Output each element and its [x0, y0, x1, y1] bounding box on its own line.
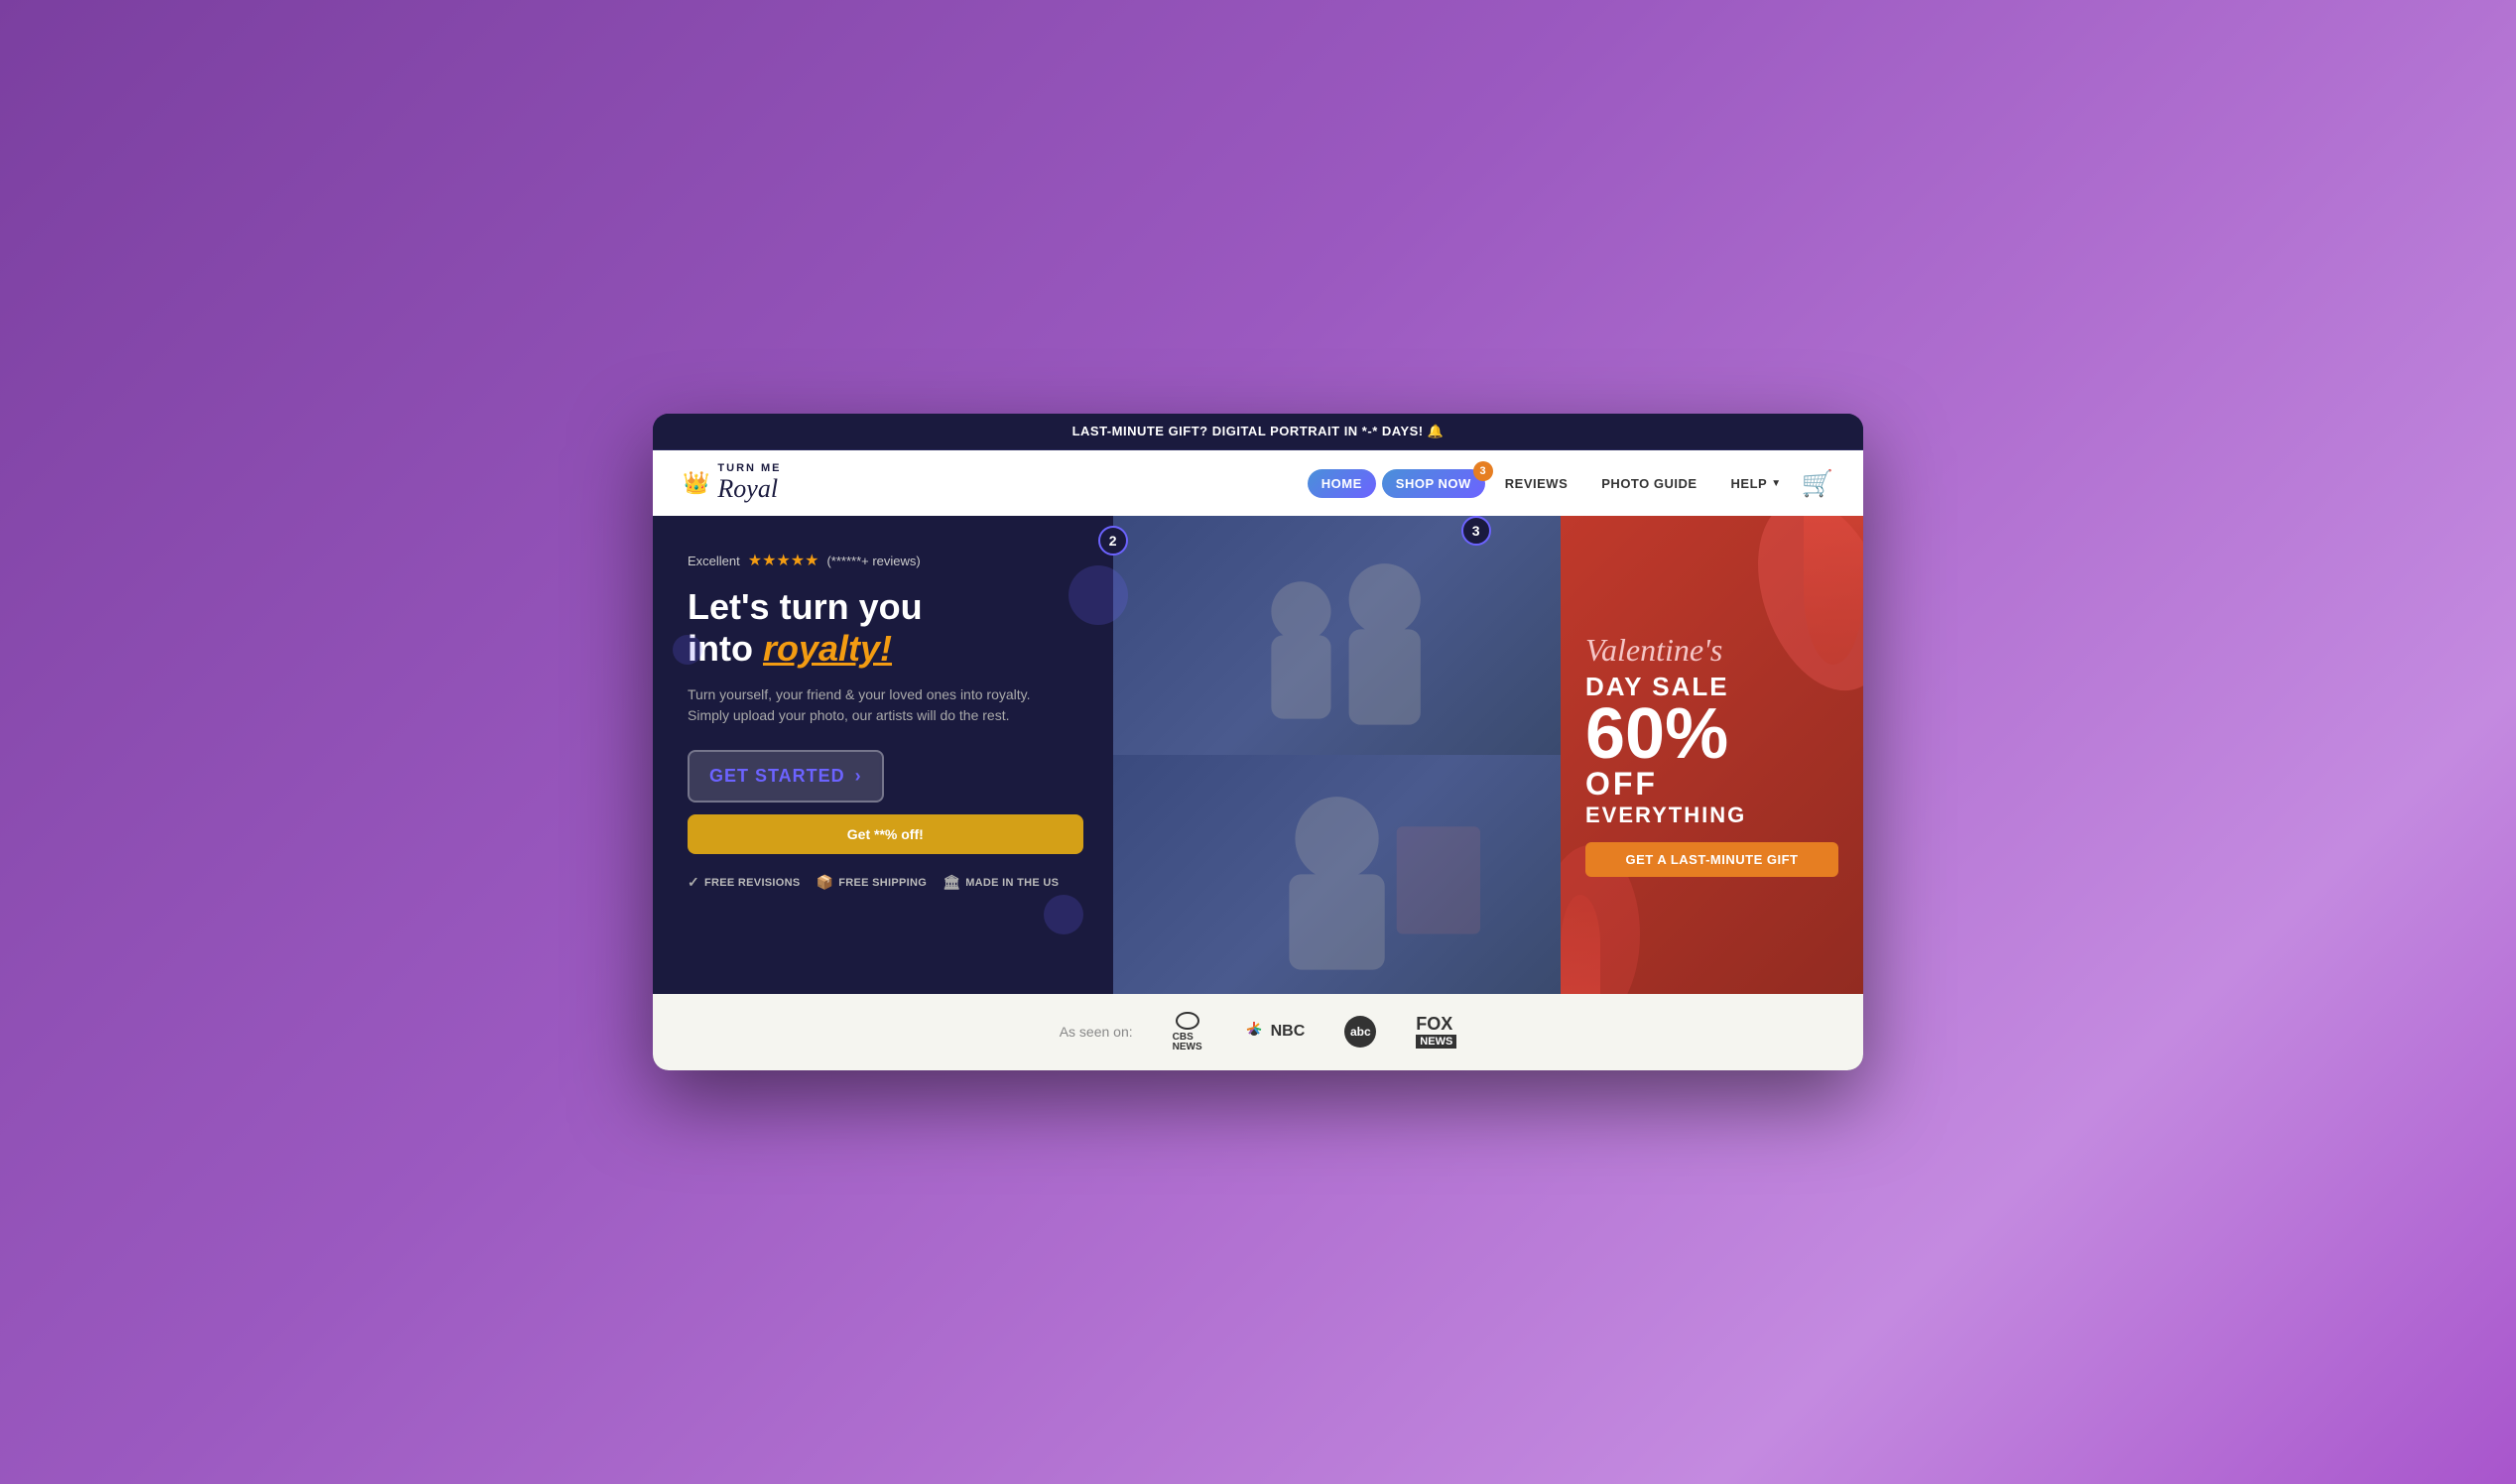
rating-row: Excellent ★★★★★ (******+ reviews) [688, 551, 1083, 570]
get-started-button[interactable]: GET STARTED › [688, 750, 884, 803]
subtext-line2: Simply upload your photo, our artists wi… [688, 707, 1010, 723]
made-in-us-label: MADE IN THE US [965, 877, 1059, 889]
valentine-panel: Valentine's DAY SALE 60% OFF EVERYTHING … [1561, 516, 1863, 993]
hero-section: 2 3 Excellent ★★★★★ (******+ reviews) Le… [653, 516, 1863, 993]
photo-bottom-placeholder [1113, 755, 1561, 994]
shipping-label: FREE SHIPPING [838, 877, 927, 889]
navbar: 👑 TURN ME Royal HOME SHOP NOW 3 REVIEWS … [653, 450, 1863, 516]
step-2-bubble: 2 [1098, 526, 1128, 556]
hero-image-top [1113, 516, 1561, 755]
hero-headline: Let's turn you into royalty! [688, 586, 1083, 669]
star-icons: ★★★★★ [748, 551, 819, 570]
as-seen-on-bar: As seen on: CBSNEWS NBC abc [653, 994, 1863, 1070]
step-3-bubble: 3 [1461, 516, 1491, 546]
nav-help-label: HELP [1731, 476, 1768, 491]
hero-image-bottom [1113, 755, 1561, 994]
revisions-icon: ✓ [688, 874, 699, 891]
rating-count: (******+ reviews) [826, 554, 920, 568]
shipping-icon: 📦 [817, 874, 834, 891]
valentine-percent: 60% [1585, 702, 1728, 767]
cbs-eye-icon [1176, 1012, 1199, 1030]
feature-made-in-us: 🏛 MADE IN THE US [943, 874, 1059, 891]
logo-royal-text: Royal [717, 474, 778, 503]
subtext-line1: Turn yourself, your friend & your loved … [688, 686, 1031, 702]
nav-shop-label: SHOP NOW [1396, 476, 1471, 491]
cbs-news-logo: CBSNEWS [1173, 1012, 1202, 1052]
cbs-news-text: CBSNEWS [1173, 1033, 1202, 1052]
fox-news-logo: FOX NEWS [1416, 1015, 1456, 1049]
ribbon-decoration-bottom [1561, 895, 1600, 994]
arrow-right-icon: › [855, 766, 862, 787]
crown-icon: 👑 [683, 470, 709, 496]
hero-subtext: Turn yourself, your friend & your loved … [688, 684, 1083, 726]
fox-news-text: NEWS [1416, 1035, 1456, 1049]
decorative-dot-1 [1069, 565, 1128, 625]
cart-button[interactable]: 🛒 [1802, 468, 1833, 499]
logo[interactable]: 👑 TURN ME Royal [683, 462, 782, 504]
valentine-off: OFF [1585, 766, 1658, 803]
nav-home[interactable]: HOME [1308, 469, 1376, 498]
hero-left: Excellent ★★★★★ (******+ reviews) Let's … [653, 516, 1113, 993]
logo-top-text: TURN ME [717, 462, 781, 474]
headline-part1: Let's turn you [688, 586, 923, 627]
fox-text: FOX [1416, 1015, 1452, 1035]
cart-badge: 3 [1473, 461, 1493, 481]
get-started-label: GET STARTED [709, 766, 845, 787]
headline-highlight: royalty! [763, 628, 892, 669]
decorative-dot-3 [1044, 895, 1083, 934]
revisions-label: FREE REVISIONS [704, 877, 801, 889]
feature-revisions: ✓ FREE REVISIONS [688, 874, 801, 891]
nav-photo-guide[interactable]: PHOTO GUIDE [1587, 469, 1710, 498]
ribbon-decoration-top [1804, 516, 1863, 665]
hero-images [1113, 516, 1561, 993]
abc-logo: abc [1344, 1016, 1376, 1048]
nav-shop[interactable]: SHOP NOW 3 [1382, 469, 1485, 498]
valentine-title: Valentine's [1585, 633, 1722, 668]
nbc-logo: NBC [1242, 1020, 1306, 1044]
nbc-peacock-icon [1242, 1020, 1266, 1044]
valentine-cta-button[interactable]: GET A LAST-MINUTE GIFT [1585, 842, 1838, 877]
nav-menu: HOME SHOP NOW 3 REVIEWS PHOTO GUIDE HELP… [1308, 468, 1833, 499]
as-seen-label: As seen on: [1060, 1024, 1133, 1040]
feature-row: ✓ FREE REVISIONS 📦 FREE SHIPPING 🏛 MADE … [688, 874, 1083, 891]
nbc-text: NBC [1271, 1023, 1306, 1041]
announcement-bar: LAST-MINUTE GIFT? DIGITAL PORTRAIT IN *-… [653, 414, 1863, 450]
photo-top-placeholder [1113, 516, 1561, 755]
announcement-text: LAST-MINUTE GIFT? DIGITAL PORTRAIT IN *-… [1072, 424, 1445, 438]
chevron-down-icon: ▼ [1771, 478, 1781, 489]
browser-window: LAST-MINUTE GIFT? DIGITAL PORTRAIT IN *-… [653, 414, 1863, 1069]
discount-label: Get **% off! [847, 826, 924, 842]
nav-help[interactable]: HELP ▼ [1717, 469, 1796, 498]
feature-shipping: 📦 FREE SHIPPING [817, 874, 928, 891]
valentine-everything: EVERYTHING [1585, 803, 1746, 828]
discount-button[interactable]: Get **% off! [688, 814, 1083, 854]
us-icon: 🏛 [943, 874, 960, 891]
nav-reviews[interactable]: REVIEWS [1491, 469, 1581, 498]
abc-text: abc [1350, 1025, 1371, 1039]
rating-label: Excellent [688, 554, 740, 568]
